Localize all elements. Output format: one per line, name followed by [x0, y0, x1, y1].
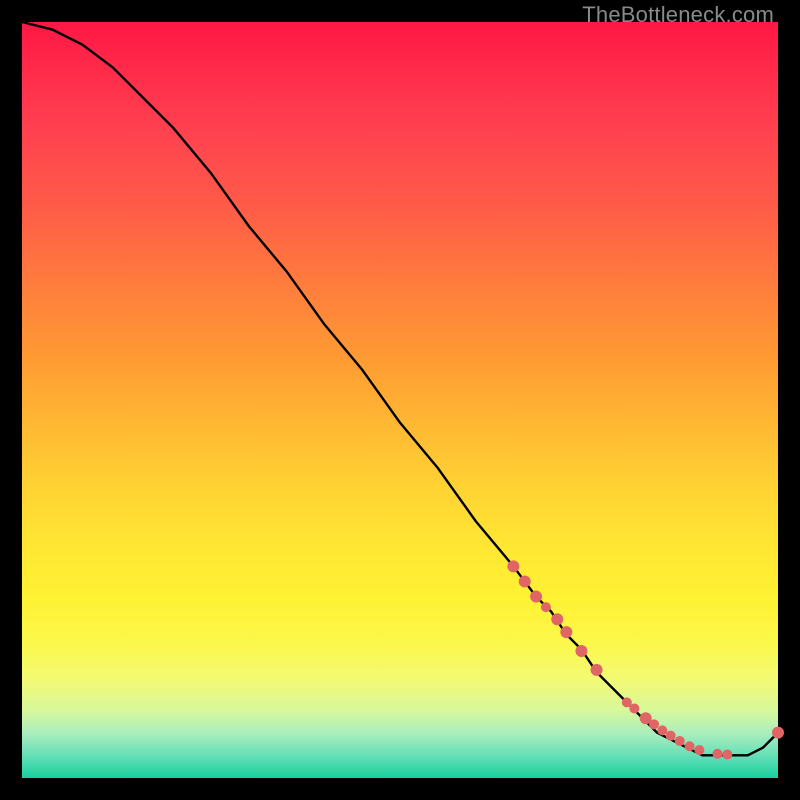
highlight-point — [575, 645, 587, 657]
highlight-point — [685, 741, 695, 751]
chart-overlay — [22, 22, 778, 778]
highlight-point — [519, 575, 531, 587]
highlight-point — [657, 725, 667, 735]
highlight-point — [675, 736, 685, 746]
bottleneck-curve — [22, 22, 778, 755]
highlight-point — [772, 727, 784, 739]
highlight-point — [560, 626, 572, 638]
highlight-point — [649, 719, 659, 729]
highlight-point — [722, 750, 732, 760]
highlight-point — [541, 602, 551, 612]
highlight-point — [666, 731, 676, 741]
highlight-point — [713, 749, 723, 759]
highlight-point — [629, 703, 639, 713]
highlight-point — [551, 613, 563, 625]
chart-frame: TheBottleneck.com — [0, 0, 800, 800]
highlight-point — [507, 560, 519, 572]
highlight-points — [507, 560, 784, 759]
highlight-point — [694, 745, 704, 755]
highlight-point — [530, 591, 542, 603]
highlight-point — [591, 664, 603, 676]
